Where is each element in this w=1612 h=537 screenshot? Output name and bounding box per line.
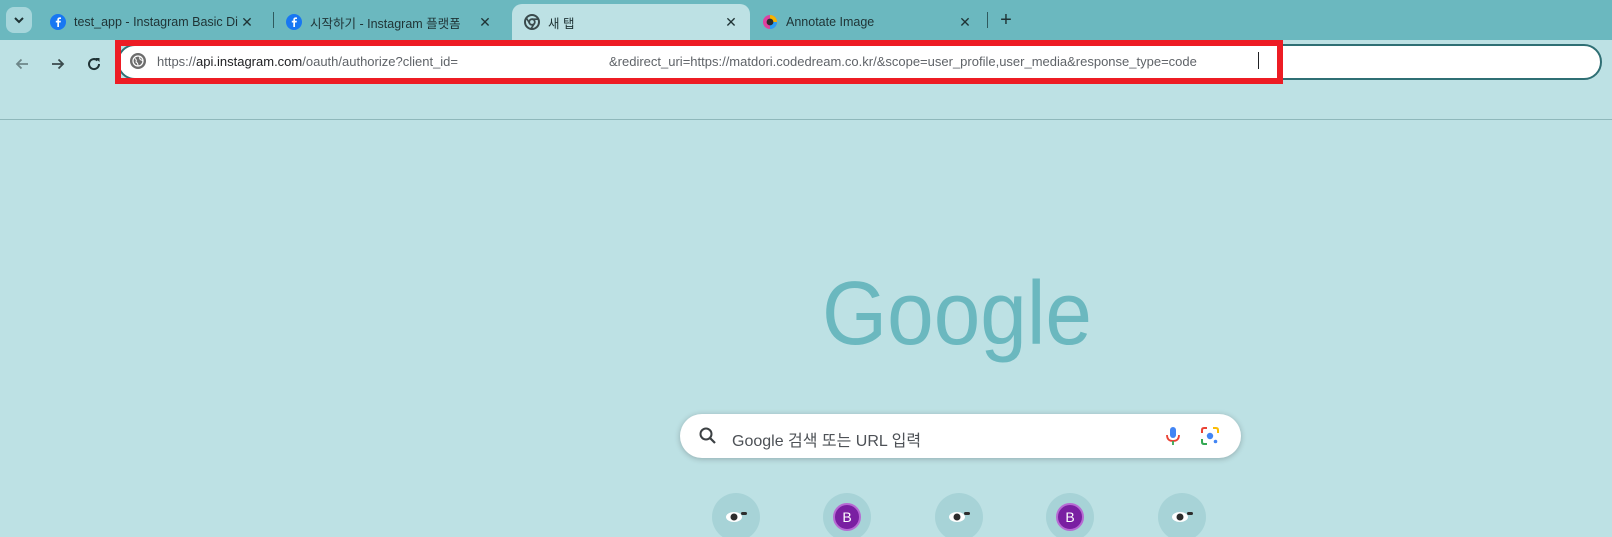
shortcut-tile[interactable]: [712, 493, 760, 537]
reload-button[interactable]: [80, 50, 108, 78]
shortcut-tile[interactable]: B: [823, 493, 871, 537]
tab-search-button[interactable]: [6, 7, 32, 33]
facebook-icon: [286, 14, 302, 30]
eye-icon: [726, 512, 747, 522]
new-tab-button[interactable]: +: [994, 8, 1018, 32]
tab-title: 시작하기 - Instagram 플랫폼: [310, 16, 461, 31]
search-box[interactable]: Google 검색 또는 URL 입력: [680, 414, 1241, 458]
search-input[interactable]: Google 검색 또는 URL 입력: [732, 427, 921, 451]
forward-button[interactable]: [44, 50, 72, 78]
url-host: api.instagram.com: [196, 54, 303, 69]
google-logo: Google: [822, 272, 1092, 364]
url-text[interactable]: https://api.instagram.com/oauth/authoriz…: [157, 54, 458, 69]
tab-strip: test_app - Instagram Basic Dis ✕ 시작하기 - …: [0, 0, 1612, 40]
facebook-icon: [50, 14, 66, 30]
close-icon[interactable]: ✕: [956, 13, 974, 31]
tab-new-tab[interactable]: 새 탭 ✕: [512, 4, 750, 40]
text-caret: [1258, 52, 1259, 69]
shortcut-tile[interactable]: B: [1046, 493, 1094, 537]
google-lens-icon[interactable]: [1200, 426, 1220, 446]
shortcut-tile[interactable]: [1158, 493, 1206, 537]
url-rest[interactable]: &redirect_uri=https://matdori.codedream.…: [609, 54, 1197, 69]
tab-title: test_app - Instagram Basic Dis: [74, 15, 238, 29]
back-button[interactable]: [8, 50, 36, 78]
tab-separator: [987, 12, 988, 28]
globe-icon[interactable]: [130, 53, 146, 69]
close-icon[interactable]: ✕: [476, 13, 494, 31]
tab-title: 새 탭: [548, 16, 575, 31]
search-icon: [699, 427, 716, 444]
url-path: /oauth/authorize?client_id=: [302, 54, 459, 69]
tab-test-app[interactable]: test_app - Instagram Basic Dis ✕: [38, 4, 266, 40]
reload-icon: [88, 58, 101, 71]
shortcut-letter: B: [1056, 503, 1084, 531]
shortcut-letter: B: [833, 503, 861, 531]
logo-text: Google: [822, 272, 1092, 364]
close-icon[interactable]: ✕: [238, 13, 256, 31]
tab-annotate-image[interactable]: Annotate Image ✕: [750, 4, 984, 40]
annotate-icon: [762, 14, 778, 30]
eye-icon: [1172, 512, 1193, 522]
arrow-right-icon: [52, 58, 65, 70]
tab-instagram-platform[interactable]: 시작하기 - Instagram 플랫폼 ✕: [274, 4, 504, 40]
chevron-down-icon: [14, 17, 24, 24]
url-prefix: https://: [157, 54, 197, 69]
close-icon[interactable]: ✕: [722, 13, 740, 31]
arrow-left-icon: [15, 58, 28, 70]
microphone-icon[interactable]: [1164, 426, 1182, 446]
shortcut-tile[interactable]: [935, 493, 983, 537]
plus-icon: +: [1000, 8, 1012, 31]
chrome-icon: [524, 14, 540, 30]
eye-icon: [949, 512, 970, 522]
tab-title: Annotate Image: [786, 15, 875, 29]
